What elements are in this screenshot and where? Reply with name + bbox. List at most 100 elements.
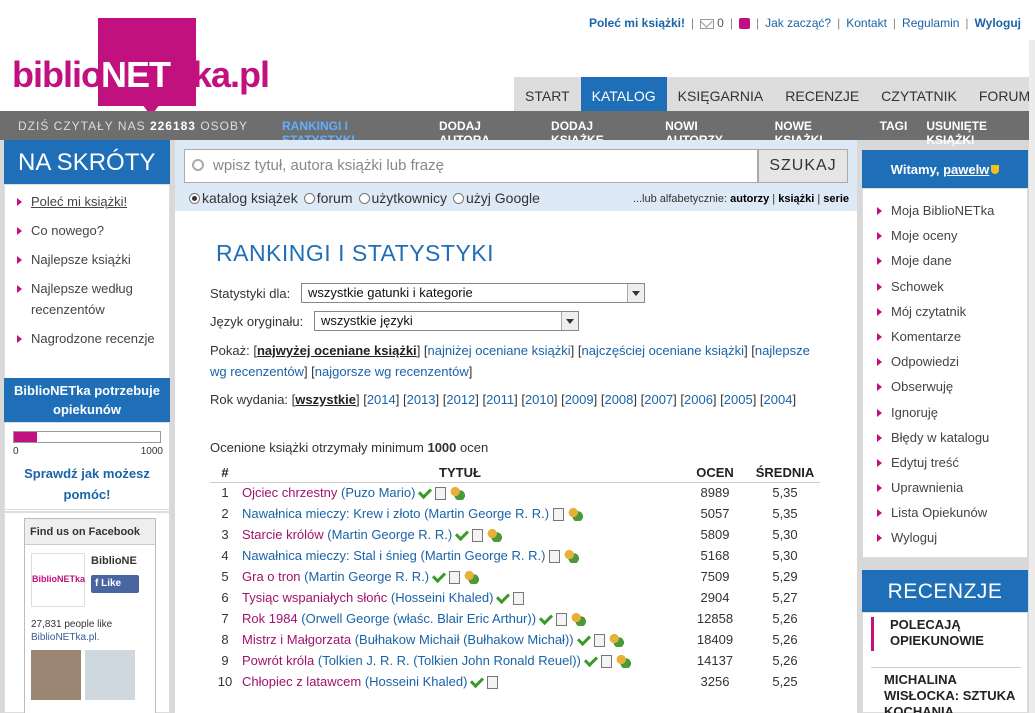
checkmark-icon[interactable] <box>538 610 554 625</box>
users-icon[interactable] <box>608 634 624 648</box>
user-menu-item[interactable]: Uprawnienia <box>863 479 1027 504</box>
book-icon[interactable] <box>556 613 568 627</box>
user-menu-item[interactable]: Błędy w katalogu <box>863 429 1027 454</box>
user-menu-item[interactable]: Wyloguj <box>863 529 1027 554</box>
book-icon[interactable] <box>513 592 525 606</box>
site-logo[interactable]: biblio NET ka.pl <box>12 18 270 116</box>
checkmark-icon[interactable] <box>576 631 591 646</box>
year-link[interactable]: 2012 <box>446 392 475 407</box>
rss-icon[interactable] <box>738 17 750 29</box>
user-menu-item[interactable]: Lista Opiekunów <box>863 504 1027 529</box>
users-icon[interactable] <box>571 613 587 627</box>
book-title-link[interactable]: Starcie królów <box>242 527 324 542</box>
fb-like-button[interactable]: f Like <box>91 575 139 593</box>
user-menu-item[interactable]: Moje dane <box>863 252 1027 277</box>
checkmark-icon[interactable] <box>470 673 485 688</box>
author-link[interactable]: (Hosseini Khaled) <box>391 590 494 605</box>
scrollbar[interactable] <box>1029 40 1035 713</box>
author-link[interactable]: (Puzo Mario) <box>341 485 415 500</box>
search-button[interactable]: SZUKAJ <box>758 149 848 183</box>
author-link[interactable]: (Martin George R. R.) <box>424 506 549 521</box>
book-title-link[interactable]: Mistrz i Małgorzata <box>242 632 351 647</box>
user-menu-item[interactable]: Komentarze <box>863 328 1027 353</box>
shortcut-item[interactable]: Najlepsze książki <box>5 249 169 270</box>
alpha-books-link[interactable]: książki <box>778 193 814 205</box>
book-icon[interactable] <box>472 529 484 543</box>
shortcut-item[interactable]: Poleć mi książki! <box>5 191 169 212</box>
year-link[interactable]: 2014 <box>367 392 396 407</box>
year-link[interactable]: 2010 <box>525 392 554 407</box>
username-link[interactable]: pawelw <box>943 162 989 177</box>
user-menu-item[interactable]: Schowek <box>863 278 1027 303</box>
contact-link[interactable]: Kontakt <box>846 16 887 30</box>
book-title-link[interactable]: Gra o tron <box>242 569 301 584</box>
users-icon[interactable] <box>464 571 480 585</box>
book-icon[interactable] <box>600 655 612 669</box>
book-icon[interactable] <box>593 634 605 648</box>
author-link[interactable]: (Tolkien J. R. R. (Tolkien John Ronald R… <box>318 653 581 668</box>
alpha-series-link[interactable]: serie <box>823 193 849 205</box>
book-title-link[interactable]: Ojciec chrzestny <box>242 485 337 500</box>
user-menu-item[interactable]: Odpowiedzi <box>863 353 1027 378</box>
fb-page-logo[interactable]: BiblioNETka <box>31 553 85 607</box>
book-title-link[interactable]: Chłopiec z latawcem <box>242 674 361 689</box>
how-to-start-link[interactable]: Jak zacząć? <box>765 16 831 30</box>
recommend-me-link[interactable]: Poleć mi książki! <box>589 16 685 30</box>
users-icon[interactable] <box>487 529 503 543</box>
alpha-authors-link[interactable]: autorzy <box>730 193 769 205</box>
checkmark-icon[interactable] <box>583 652 598 667</box>
year-link[interactable]: 2005 <box>724 392 753 407</box>
checkmark-icon[interactable] <box>418 484 433 499</box>
show-most-rated[interactable]: najczęściej oceniane książki <box>581 343 744 358</box>
book-title-link[interactable]: Tysiąc wspaniałych słońc <box>242 590 387 605</box>
year-link[interactable]: 2004 <box>764 392 793 407</box>
users-icon[interactable] <box>564 550 580 564</box>
shortcut-item[interactable]: Co nowego? <box>5 220 169 241</box>
book-title-link[interactable]: Nawałnica mieczy: Krew i złoto <box>242 506 420 521</box>
users-icon[interactable] <box>450 487 466 501</box>
user-menu-item[interactable]: Moja BiblioNETka <box>863 202 1027 227</box>
show-top-rated[interactable]: najwyżej oceniane książki <box>257 343 417 358</box>
radio-google[interactable]: użyj Google <box>452 190 540 206</box>
user-menu-item[interactable]: Edytuj treść <box>863 454 1027 479</box>
user-menu-item[interactable]: Mój czytatnik <box>863 303 1027 328</box>
fan-avatar[interactable] <box>31 650 81 700</box>
author-link[interactable]: (Martin George R. R.) <box>420 548 545 563</box>
author-link[interactable]: (Orwell George (właśc. Blair Eric Arthur… <box>301 611 536 626</box>
book-title-link[interactable]: Nawałnica mieczy: Stal i śnieg <box>242 548 417 563</box>
tab-start[interactable]: START <box>514 77 581 111</box>
user-menu-item[interactable]: Moje oceny <box>863 227 1027 252</box>
book-icon[interactable] <box>549 550 561 564</box>
author-link[interactable]: (Martin George R. R.) <box>327 527 452 542</box>
show-lowest-rated[interactable]: najniżej oceniane książki <box>428 343 571 358</box>
users-icon[interactable] <box>615 655 631 669</box>
author-link[interactable]: (Hosseini Khaled) <box>365 674 468 689</box>
year-link[interactable]: 2009 <box>565 392 594 407</box>
checkmark-icon[interactable] <box>432 568 447 583</box>
tab-katalog[interactable]: KATALOG <box>580 77 667 111</box>
tab-forum[interactable]: FORUM <box>968 77 1035 111</box>
year-link[interactable]: 2007 <box>644 392 673 407</box>
how-to-help-link[interactable]: Sprawdź jak możesz pomóc! <box>5 463 169 505</box>
tab-ksiegarnia[interactable]: KSIĘGARNIA <box>667 77 775 111</box>
year-link[interactable]: 2011 <box>486 392 514 407</box>
book-icon[interactable] <box>553 508 565 522</box>
radio-catalog[interactable]: katalog książek <box>189 190 298 206</box>
rules-link[interactable]: Regulamin <box>902 16 959 30</box>
year-link[interactable]: 2013 <box>407 392 436 407</box>
book-icon[interactable] <box>487 676 499 690</box>
fan-avatar[interactable] <box>85 650 135 700</box>
author-link[interactable]: (Bułhakow Michaił (Bułhakow Michał)) <box>355 632 574 647</box>
book-icon[interactable] <box>435 487 447 501</box>
user-menu-item[interactable]: Ignoruję <box>863 404 1027 429</box>
book-icon[interactable] <box>449 571 461 585</box>
radio-users[interactable]: użytkownicy <box>358 190 447 206</box>
search-input[interactable]: wpisz tytuł, autora książki lub frazę <box>184 149 758 183</box>
logout-link[interactable]: Wyloguj <box>975 16 1021 30</box>
year-link[interactable]: 2008 <box>604 392 633 407</box>
shortcut-item[interactable]: Najlepsze według recenzentów <box>5 278 169 320</box>
checkmark-icon[interactable] <box>496 589 511 604</box>
shortcut-item[interactable]: Nagrodzone recenzje <box>5 328 169 349</box>
checkmark-icon[interactable] <box>455 526 470 541</box>
year-all[interactable]: wszystkie <box>295 392 356 407</box>
